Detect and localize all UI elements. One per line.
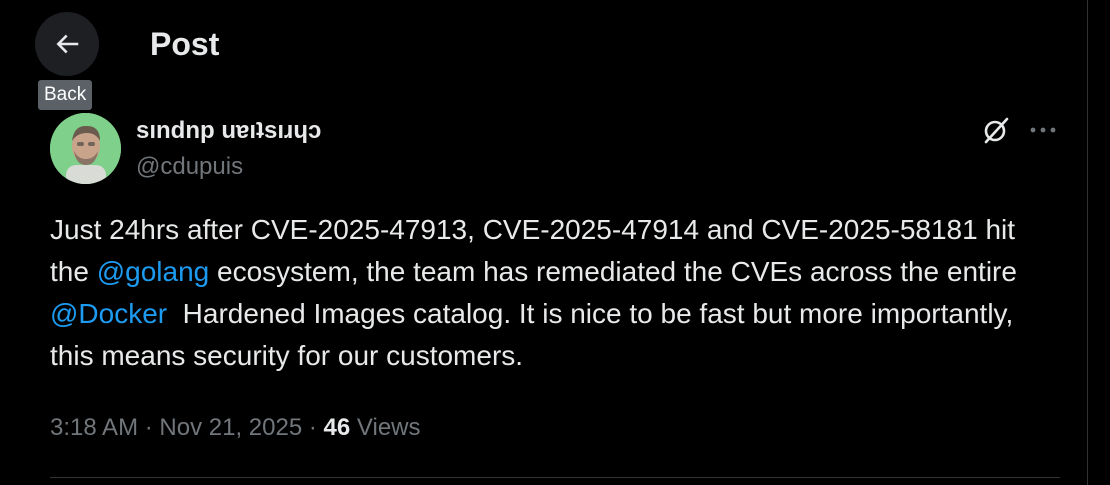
avatar-image: [50, 113, 121, 184]
views-label: Views: [356, 414, 421, 441]
post-text: Just 24hrs after CVE-2025-47913, CVE-202…: [50, 209, 1060, 377]
post-metadata: 3:18 AM · Nov 21, 2025 · 46 Views: [50, 411, 421, 445]
author-display-name[interactable]: sındnp uɐıʇsıɹɥɔ: [136, 116, 321, 146]
back-tooltip: Back: [38, 80, 93, 110]
views-count: 46: [323, 414, 351, 441]
grok-icon[interactable]: [981, 115, 1011, 145]
back-button[interactable]: [35, 12, 99, 76]
author-handle[interactable]: @cdupuis: [136, 152, 243, 182]
avatar[interactable]: [50, 113, 121, 184]
divider: [50, 477, 1060, 478]
post-column: Back Post sındnp uɐıʇsıɹɥɔ @cdupuis Just…: [0, 0, 1088, 485]
post-date-link[interactable]: Nov 21, 2025: [159, 414, 302, 441]
page-title: Post: [150, 26, 220, 62]
post-time-link[interactable]: 3:18 AM: [50, 414, 138, 441]
post-text-segment: Hardened Images catalog. It is nice to b…: [50, 298, 1022, 371]
meta-separator: ·: [308, 414, 317, 441]
post-text-segment: ecosystem, the team has remediated the C…: [209, 256, 1017, 287]
mention-link-docker[interactable]: @Docker: [50, 298, 167, 329]
mention-link-golang[interactable]: @golang: [97, 256, 210, 287]
arrow-left-icon: [56, 34, 79, 54]
more-horizontal-icon[interactable]: [1028, 118, 1058, 142]
meta-separator: ·: [144, 414, 153, 441]
